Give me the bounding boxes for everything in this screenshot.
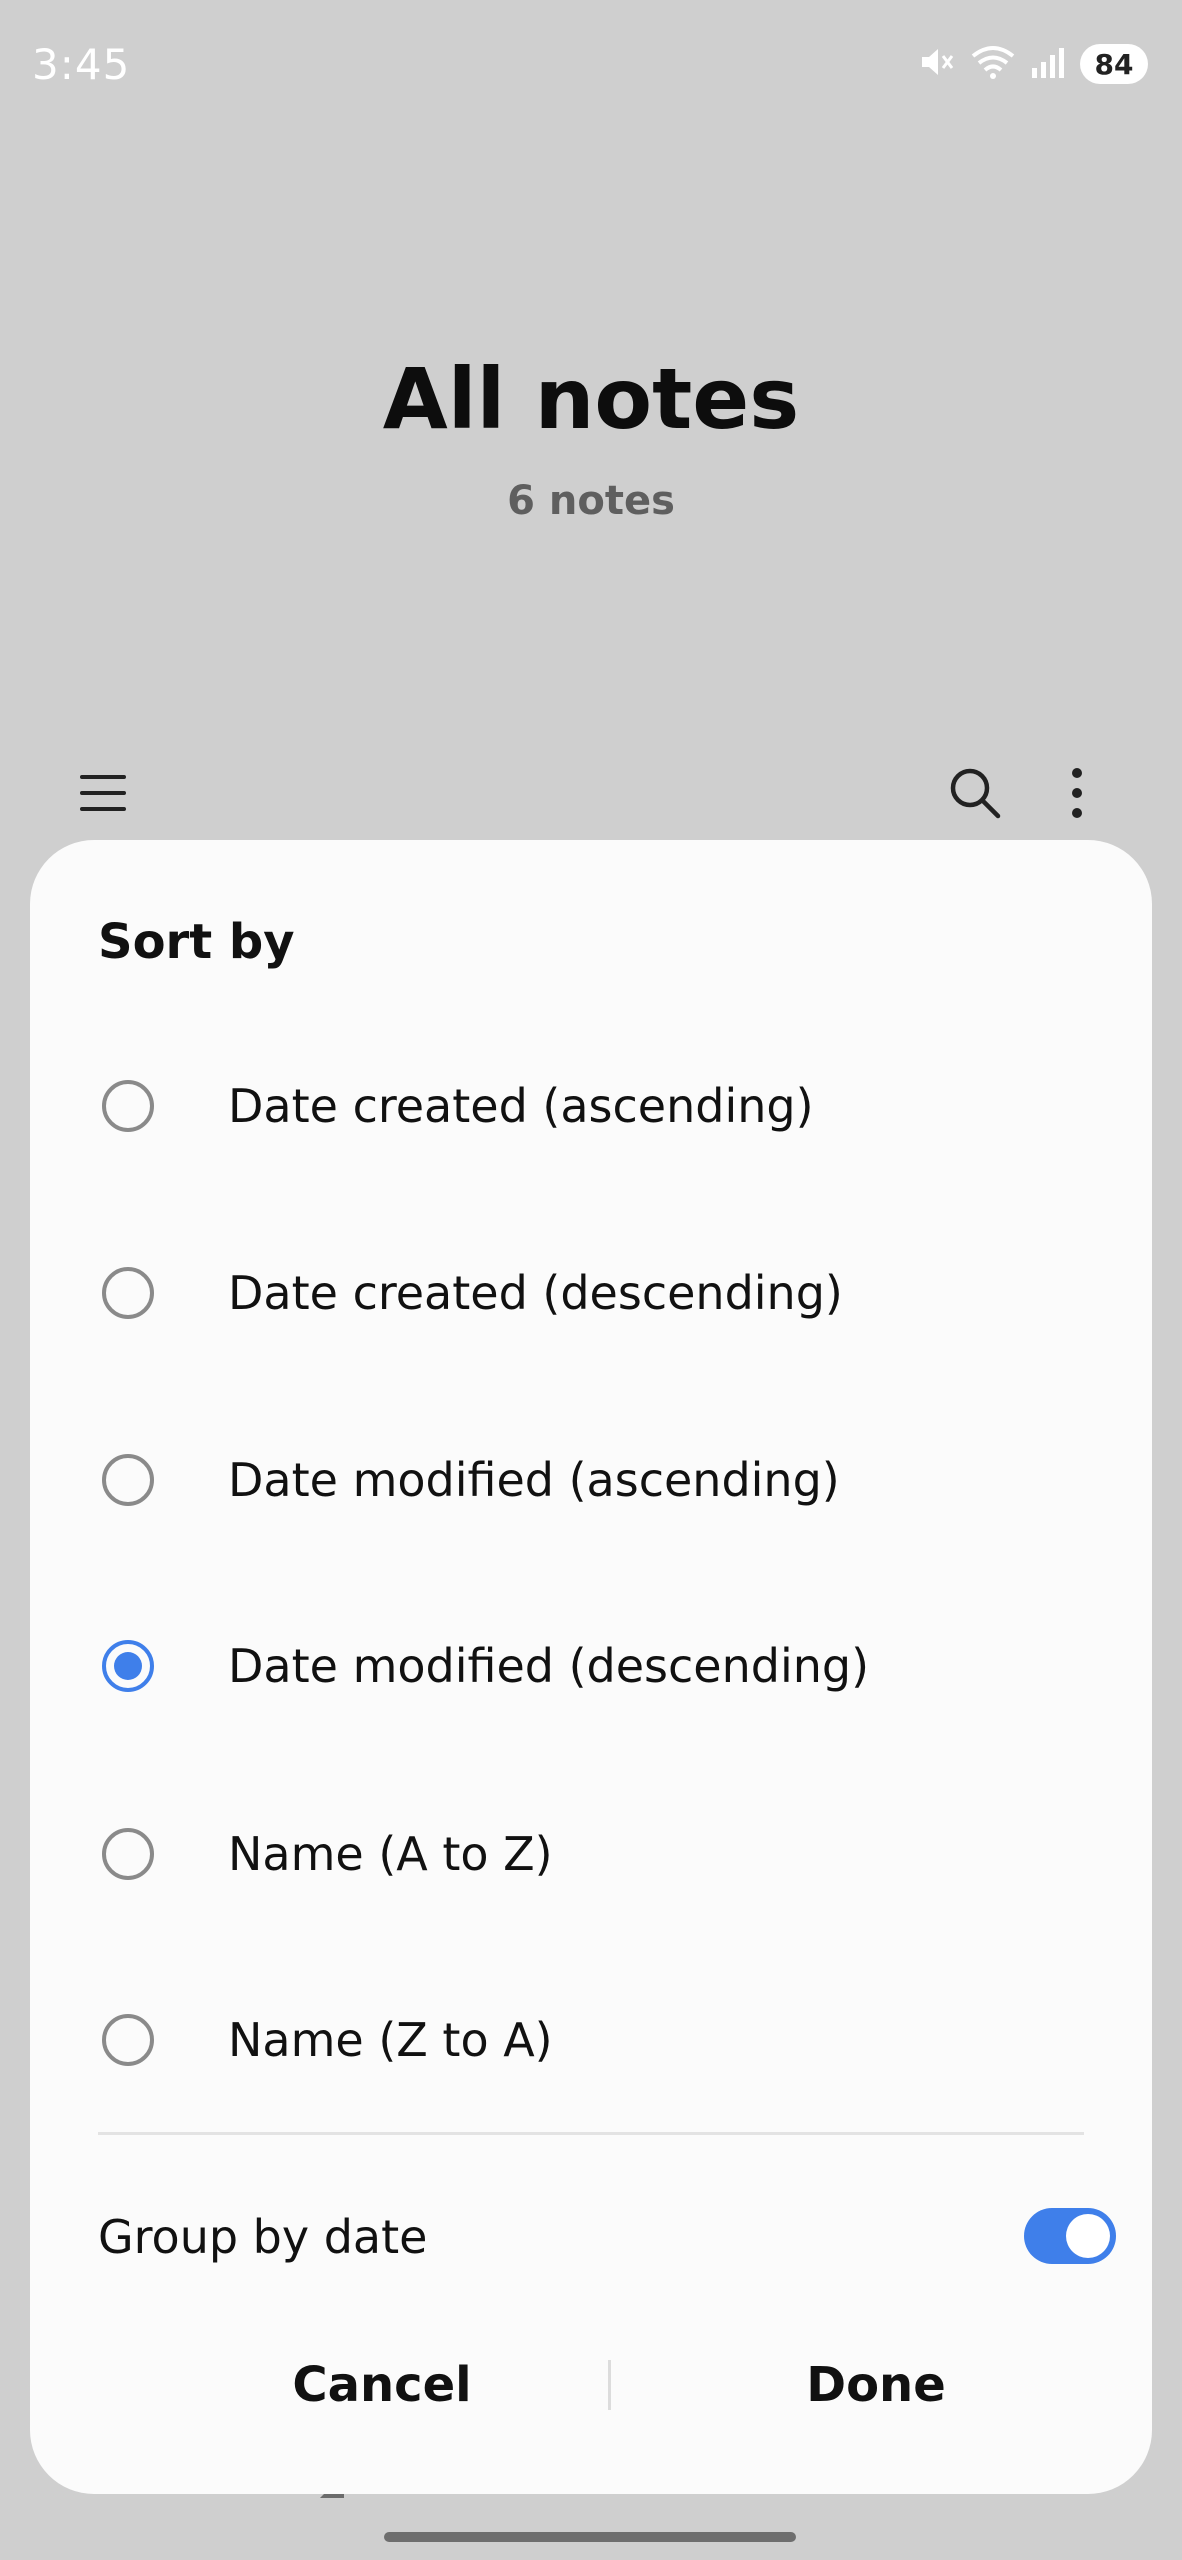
status-time: 3:45 <box>32 40 131 89</box>
sort-option-label: Name (Z to A) <box>228 2013 553 2067</box>
group-by-date-toggle[interactable] <box>1024 2208 1116 2264</box>
status-bar: 3:45 84 <box>0 0 1182 130</box>
sort-option-name-z-to-a[interactable]: Name (Z to A) <box>70 1960 1110 2120</box>
menu-button[interactable] <box>68 760 138 830</box>
sort-option-label: Date modified (descending) <box>228 1639 870 1693</box>
dialog-buttons: Cancel Done <box>30 2310 1152 2460</box>
sort-option-date-modified-descending[interactable]: Date modified (descending) <box>70 1586 1110 1746</box>
page-title: All notes <box>382 350 800 448</box>
group-by-date-label: Group by date <box>98 2210 428 2264</box>
radio-button[interactable] <box>102 1080 154 1132</box>
more-options-button[interactable] <box>1042 760 1112 830</box>
wifi-icon <box>970 42 1016 86</box>
note-count: 6 notes <box>507 478 675 524</box>
divider <box>98 2132 1084 2135</box>
sort-option-date-modified-ascending[interactable]: Date modified (ascending) <box>70 1400 1110 1560</box>
cancel-button[interactable]: Cancel <box>142 2310 622 2460</box>
sort-option-date-created-ascending[interactable]: Date created (ascending) <box>70 1026 1110 1186</box>
radio-button[interactable] <box>102 1267 154 1319</box>
search-button[interactable] <box>940 760 1010 830</box>
signal-icon <box>1030 42 1066 86</box>
sort-option-label: Date created (ascending) <box>228 1079 814 1133</box>
radio-button[interactable] <box>102 1828 154 1880</box>
done-button[interactable]: Done <box>636 2310 1116 2460</box>
radio-button-selected[interactable] <box>102 1640 154 1692</box>
sort-option-name-a-to-z[interactable]: Name (A to Z) <box>70 1774 1110 1934</box>
status-icons: 84 <box>916 42 1148 86</box>
group-by-date-row[interactable]: Group by date <box>70 2176 1116 2296</box>
sort-option-date-created-descending[interactable]: Date created (descending) <box>70 1213 1110 1373</box>
sort-option-label: Date created (descending) <box>228 1266 843 1320</box>
menu-icon <box>78 768 128 822</box>
mute-icon <box>916 42 956 86</box>
sort-option-label: Date modified (ascending) <box>228 1453 840 1507</box>
radio-button[interactable] <box>102 1454 154 1506</box>
sort-dialog: Sort by Date created (ascending) Date cr… <box>30 840 1152 2494</box>
radio-button[interactable] <box>102 2014 154 2066</box>
toggle-knob <box>1066 2214 1110 2258</box>
sort-option-label: Name (A to Z) <box>228 1827 553 1881</box>
home-indicator[interactable] <box>384 2532 796 2542</box>
search-icon <box>947 765 1003 825</box>
more-options-icon <box>1067 765 1087 825</box>
dialog-title: Sort by <box>98 914 295 970</box>
button-separator <box>608 2360 611 2410</box>
battery-icon: 84 <box>1080 44 1148 84</box>
